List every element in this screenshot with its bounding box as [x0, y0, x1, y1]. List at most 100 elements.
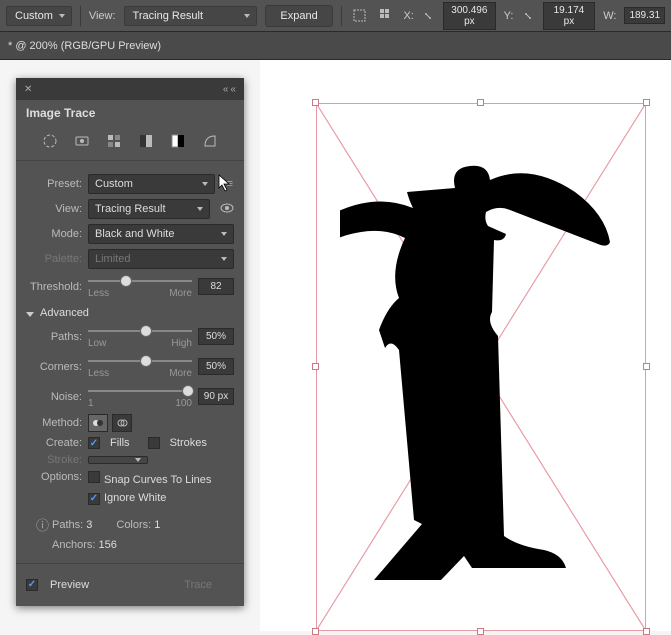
options-bar: Custom View: Tracing Result Expand X: 30…	[0, 0, 671, 32]
slider-lo: Low	[88, 338, 106, 349]
x-input[interactable]: 300.496 px	[443, 2, 496, 30]
slider-lo: Less	[88, 288, 109, 299]
bbox-handle[interactable]	[477, 99, 484, 106]
preset-menu-icon[interactable]: ≡	[227, 178, 234, 190]
method-abutting-button[interactable]	[88, 414, 108, 432]
panel-titlebar[interactable]: ✕ ««	[16, 78, 244, 100]
paths-slider[interactable]	[88, 330, 192, 332]
bbox-handle[interactable]	[312, 628, 319, 635]
artwork-silhouette	[340, 150, 610, 580]
corners-label: Corners:	[26, 361, 82, 373]
slider-hi: More	[169, 368, 192, 379]
bbox-handle[interactable]	[312, 363, 319, 370]
info-icon: ⓘ	[36, 515, 49, 534]
mode-label: Mode:	[26, 228, 82, 240]
preview-label: Preview	[50, 579, 89, 591]
slider-thumb[interactable]	[120, 275, 132, 287]
bbox-handle[interactable]	[477, 628, 484, 635]
trace-button: Trace	[162, 574, 234, 596]
palette-dropdown: Limited	[88, 249, 234, 269]
strokes-checkbox[interactable]	[148, 437, 160, 449]
expand-button[interactable]: Expand	[265, 5, 332, 27]
panel-footer: Preview Trace	[16, 563, 244, 606]
separator	[80, 6, 81, 26]
info-anchors-value: 156	[98, 539, 116, 551]
chevron-down-icon	[26, 312, 34, 317]
align-icon[interactable]	[377, 6, 396, 26]
threshold-value[interactable]: 82	[198, 278, 234, 295]
grayscale-icon[interactable]	[137, 132, 155, 150]
preset-dropdown[interactable]: Custom	[88, 174, 215, 194]
separator	[341, 6, 342, 26]
info-colors-value: 1	[154, 519, 160, 531]
image-trace-panel: ✕ «« Image Trace Preset: Custom ≡ View: …	[16, 78, 244, 606]
advanced-label: Advanced	[40, 307, 89, 319]
close-icon[interactable]: ✕	[24, 84, 32, 95]
slider-hi: 100	[175, 398, 192, 409]
bbox-handle[interactable]	[312, 99, 319, 106]
y-input[interactable]: 19.174 px	[543, 2, 596, 30]
options-label: Options:	[26, 471, 82, 483]
document-tab[interactable]: * @ 200% (RGB/GPU Preview)	[0, 32, 671, 60]
info-colors-label: Colors:	[116, 519, 151, 531]
snap-checkbox[interactable]	[88, 471, 100, 483]
method-overlapping-button[interactable]	[112, 414, 132, 432]
collapse-icon[interactable]: ««	[223, 84, 238, 95]
link-xy-icon[interactable]	[422, 6, 435, 26]
noise-value[interactable]: 90 px	[198, 388, 234, 405]
mode-dropdown[interactable]: Black and White	[88, 224, 234, 244]
preset-label: Preset:	[26, 178, 82, 190]
eye-icon[interactable]	[220, 201, 234, 218]
snap-label: Snap Curves To Lines	[104, 474, 211, 486]
view-label: View:	[26, 203, 82, 215]
bw-icon[interactable]	[169, 132, 187, 150]
threshold-slider[interactable]	[88, 280, 192, 282]
slider-thumb[interactable]	[140, 325, 152, 337]
paths-value[interactable]: 50%	[198, 328, 234, 345]
slider-thumb[interactable]	[182, 385, 194, 397]
slider-thumb[interactable]	[140, 355, 152, 367]
outline-icon[interactable]	[201, 132, 219, 150]
bbox-handle[interactable]	[643, 628, 650, 635]
fills-checkbox[interactable]	[88, 437, 100, 449]
w-label: W:	[603, 10, 616, 22]
paths-label: Paths:	[26, 331, 82, 343]
noise-slider[interactable]	[88, 390, 192, 392]
corners-value[interactable]: 50%	[198, 358, 234, 375]
threshold-label: Threshold:	[26, 281, 82, 293]
panel-title: Image Trace	[16, 100, 244, 126]
info-paths-value: 3	[86, 519, 92, 531]
bbox-handle[interactable]	[643, 99, 650, 106]
view-dropdown[interactable]: Tracing Result	[88, 199, 210, 219]
ignore-white-label: Ignore White	[104, 492, 166, 504]
strokes-label: Strokes	[170, 437, 207, 449]
stroke-label: Stroke:	[26, 454, 82, 466]
create-label: Create:	[26, 437, 82, 449]
palette-label: Palette:	[26, 253, 82, 265]
advanced-toggle[interactable]: Advanced	[26, 307, 234, 319]
view-dropdown[interactable]: Tracing Result	[124, 6, 258, 26]
crop-icon[interactable]	[350, 6, 369, 26]
slider-hi: More	[169, 288, 192, 299]
canvas[interactable]	[260, 60, 671, 631]
auto-color-icon[interactable]	[41, 132, 59, 150]
low-color-icon[interactable]	[105, 132, 123, 150]
preview-checkbox[interactable]	[26, 579, 38, 591]
ignore-white-checkbox[interactable]	[88, 493, 100, 505]
slider-lo: Less	[88, 368, 109, 379]
stroke-input	[88, 456, 148, 464]
method-label: Method:	[26, 417, 82, 429]
corners-slider[interactable]	[88, 360, 192, 362]
bbox-handle[interactable]	[643, 363, 650, 370]
high-color-icon[interactable]	[73, 132, 91, 150]
noise-label: Noise:	[26, 391, 82, 403]
preset-dropdown[interactable]: Custom	[6, 6, 72, 26]
y-label: Y:	[504, 10, 514, 22]
view-label: View:	[89, 10, 116, 22]
fills-label: Fills	[110, 437, 130, 449]
info-paths-label: Paths:	[52, 519, 83, 531]
slider-hi: High	[171, 338, 192, 349]
info-anchors-label: Anchors:	[52, 539, 95, 551]
link-xy-icon[interactable]	[521, 6, 534, 26]
w-input[interactable]: 189.31	[624, 7, 665, 24]
